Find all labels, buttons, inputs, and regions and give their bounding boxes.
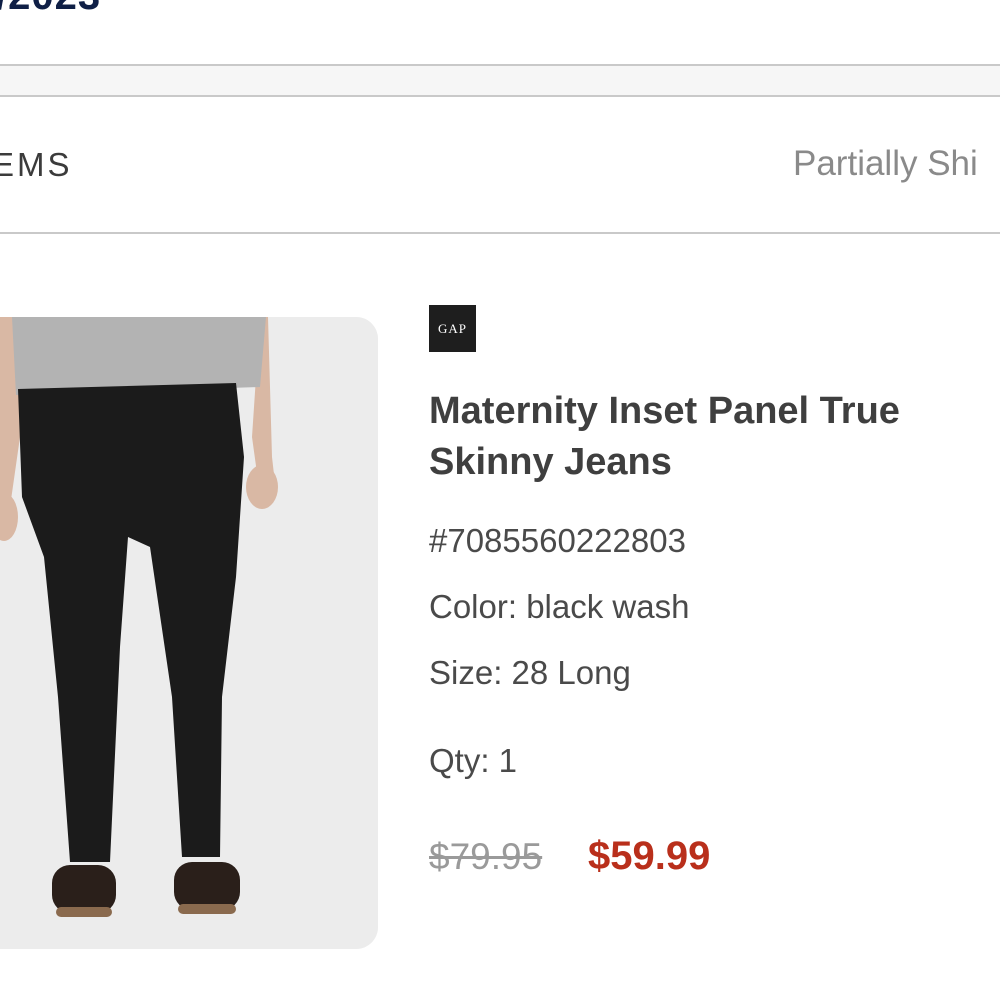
items-heading: EMS: [0, 146, 73, 183]
product-qty: Qty: 1: [429, 742, 518, 779]
divider: [0, 95, 1000, 97]
jeans-photo-icon: [0, 317, 378, 949]
product-image[interactable]: [0, 317, 378, 949]
sale-price: $59.99: [588, 834, 711, 878]
original-price: $79.95: [429, 836, 543, 877]
order-date: /2023: [0, 0, 101, 19]
product-sku: #7085560222803: [429, 522, 686, 559]
section-band: [0, 66, 1000, 95]
shipment-status: Partially Shi: [793, 144, 978, 183]
product-size: Size: 28 Long: [429, 654, 631, 691]
brand-logo: GAP: [429, 305, 476, 352]
divider: [0, 232, 1000, 234]
product-color: Color: black wash: [429, 588, 690, 625]
product-title[interactable]: Maternity Inset Panel True Skinny Jeans: [429, 386, 999, 488]
